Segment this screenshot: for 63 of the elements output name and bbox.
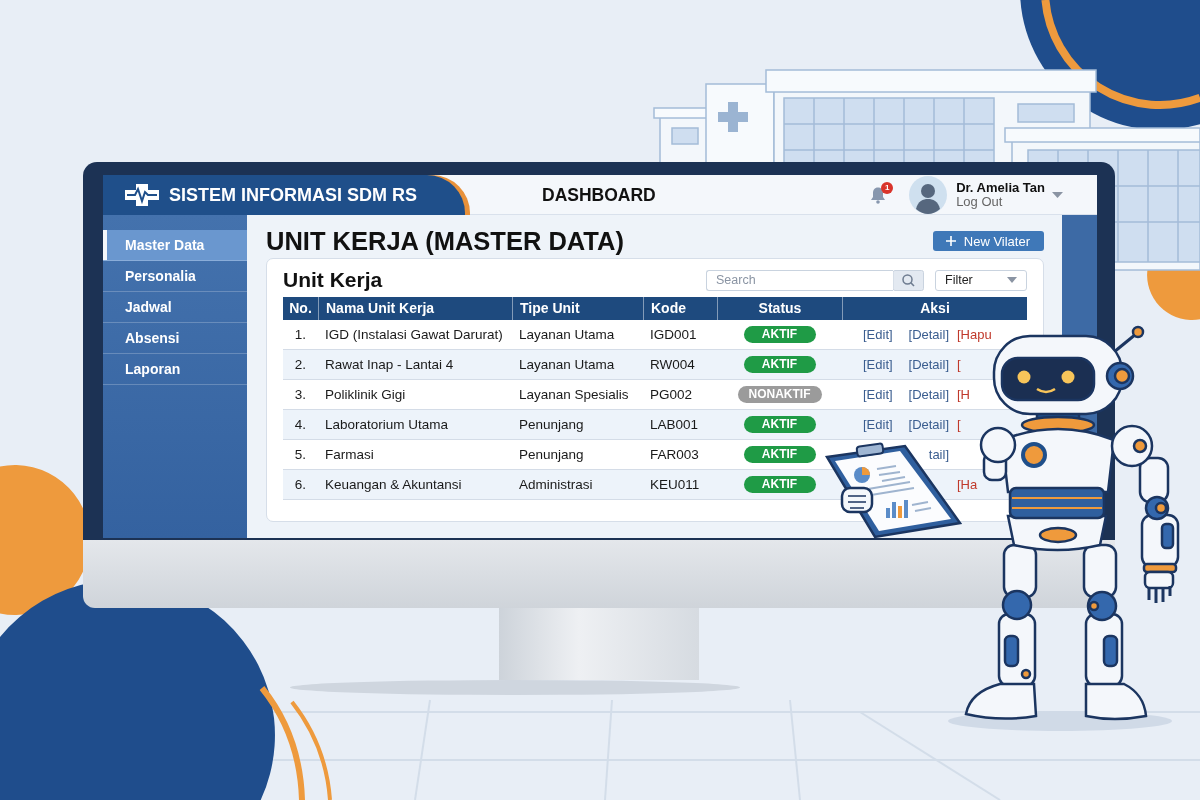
notification-badge: 1	[881, 182, 894, 194]
search-icon[interactable]	[893, 269, 924, 291]
table-cell-text: Layanan Utama	[518, 327, 616, 342]
delete-link[interactable]: [	[957, 357, 961, 372]
edit-link[interactable]: [Edit]	[863, 327, 893, 342]
status-badge: AKTIF	[743, 326, 816, 343]
app-title: SISTEM INFORMASI SDM RS	[169, 184, 417, 206]
delete-link[interactable]: [H	[957, 387, 970, 402]
table-cell-text: RW004	[649, 357, 696, 372]
search-field[interactable]: Search	[706, 269, 893, 291]
table-cell-text: Penunjang	[518, 447, 585, 462]
edit-link[interactable]: [Edit]	[863, 387, 893, 402]
bell-icon[interactable]	[869, 186, 888, 204]
caret-icon	[1007, 277, 1017, 283]
page-heading: UNIT KERJA (MASTER DATA)	[266, 229, 624, 253]
table-cell-text: 2.	[293, 357, 308, 372]
page-title: DASHBOARD	[542, 184, 656, 206]
delete-link[interactable]: [Hapu	[957, 327, 992, 342]
status-badge: AKTIF	[743, 416, 816, 433]
detail-link[interactable]: [Detail]	[908, 327, 949, 342]
table-cell-text: IGD001	[649, 327, 698, 342]
table-cell-text: Layanan Spesialis	[518, 387, 630, 402]
table-cell-text: 3.	[293, 387, 308, 402]
delete-link[interactable]: [Ha	[957, 477, 978, 492]
delete-link[interactable]: [	[957, 417, 961, 432]
edit-link[interactable]: [Edit]	[863, 357, 893, 372]
table-cell-text: Penunjang	[518, 417, 585, 432]
table-cell-text: Administrasi	[518, 477, 594, 492]
table-cell-text: PG002	[649, 387, 694, 402]
status-badge: AKTIF	[743, 446, 816, 463]
table-cell-text: FAR003	[649, 447, 700, 462]
logo-icon	[125, 184, 159, 206]
filter-dropdown[interactable]: Filter	[935, 269, 1027, 291]
detail-link[interactable]: [Detail]	[908, 357, 949, 372]
table-cell-text: IGD (Instalasi Gawat Darurat)	[324, 327, 504, 342]
status-badge: AKTIF	[743, 476, 816, 493]
status-badge: NONAKTIF	[737, 386, 822, 403]
table-cell-text: Poliklinik Gigi	[324, 387, 407, 402]
caret-icon[interactable]	[1052, 192, 1063, 198]
logout-link[interactable]: Log Out	[956, 195, 1045, 209]
card-title: Unit Kerja	[283, 268, 384, 292]
plus-icon	[945, 236, 956, 246]
sidebar-item[interactable]: Master Data	[103, 230, 247, 261]
table-cell-text: Rawat Inap - Lantai 4	[324, 357, 455, 372]
table-cell-text: 5.	[293, 447, 308, 462]
table-cell-text: Layanan Utama	[518, 357, 616, 372]
new-button[interactable]: New Vilater	[932, 231, 1044, 251]
detail-link[interactable]: [Detail]	[908, 417, 949, 432]
column-header: No.	[288, 299, 313, 318]
user-name: Dr. Amelia Tan	[956, 181, 1045, 195]
avatar-icon	[909, 176, 948, 214]
detail-link[interactable]: tail]	[928, 447, 949, 462]
table-cell-text: LAB001	[649, 417, 700, 432]
detail-link[interactable]: [Detail]	[908, 387, 949, 402]
table-cell-text: Keuangan & Akuntansi	[324, 477, 463, 492]
table-cell-text: KEU011	[649, 477, 701, 492]
status-badge: AKTIF	[743, 356, 816, 373]
edit-link[interactable]: [Edit]	[863, 417, 893, 432]
table-cell-text: 6.	[293, 477, 308, 492]
table-cell-text: 1.	[293, 327, 308, 342]
table-cell-text: Farmasi	[324, 447, 375, 462]
table-cell-text: Laboratorium Utama	[324, 417, 450, 432]
table-cell-text: 4.	[293, 417, 308, 432]
